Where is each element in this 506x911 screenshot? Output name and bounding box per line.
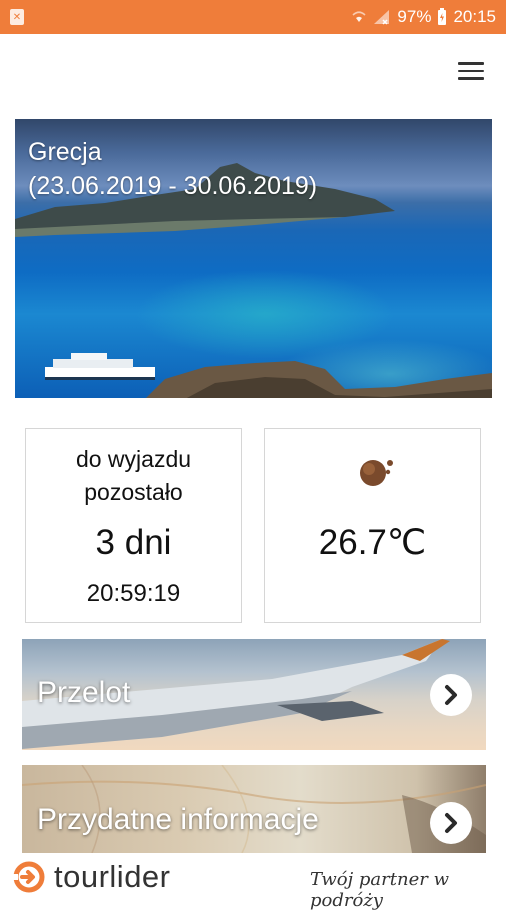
tourlider-logo-icon	[12, 861, 45, 893]
trip-dates: (23.06.2019 - 30.06.2019)	[28, 172, 318, 200]
flight-open-button[interactable]	[430, 674, 472, 716]
logo-text: tourlider	[54, 859, 171, 894]
countdown-time: 20:59:19	[86, 580, 181, 607]
menu-icon-line	[458, 77, 484, 80]
menu-button[interactable]	[452, 56, 490, 86]
useful-info-banner[interactable]: Przydatne informacje	[22, 765, 486, 853]
countdown-card: do wyjazdu pozostało 3 dni 20:59:19	[25, 428, 242, 623]
trip-title: Grecja (23.06.2019 - 30.06.2019)	[28, 135, 317, 203]
destination-name: Grecja	[28, 138, 102, 166]
tagline: Twój partner w podróży	[310, 869, 449, 911]
destination-hero-image: Grecja (23.06.2019 - 30.06.2019)	[15, 119, 492, 398]
status-bar: ✕ 97% 20:15	[0, 0, 506, 34]
wifi-icon	[352, 11, 366, 22]
menu-icon-line	[458, 62, 484, 65]
countdown-days: 3 dni	[95, 523, 172, 562]
countdown-label: do wyjazdu pozostało	[26, 443, 241, 509]
flight-label: Przelot	[37, 676, 131, 709]
rocky-shore	[146, 361, 492, 398]
battery-charging-icon	[438, 8, 447, 25]
temperature-value: 26.7℃	[318, 523, 427, 562]
ferry-boat	[45, 353, 155, 380]
countdown-label-line2: pozostało	[84, 479, 183, 505]
useful-info-label: Przydatne informacje	[37, 803, 319, 836]
chevron-right-icon	[445, 685, 457, 705]
useful-info-open-button[interactable]	[430, 802, 472, 844]
status-time: 20:15	[453, 7, 496, 26]
status-indicators: 97% 20:15	[351, 0, 496, 34]
app-notification-icon: ✕	[10, 9, 24, 25]
chevron-right-icon	[445, 813, 457, 833]
weather-card: 26.7℃	[264, 428, 481, 623]
footer: tourlider Twój partner w podróży	[0, 853, 506, 911]
countdown-label-line1: do wyjazdu	[75, 446, 192, 472]
menu-icon-line	[458, 69, 484, 73]
signal-icon	[374, 10, 390, 25]
flight-banner[interactable]: Przelot	[22, 639, 486, 750]
battery-percent: 97%	[397, 7, 432, 26]
partly-cloudy-sun-icon	[360, 460, 393, 486]
